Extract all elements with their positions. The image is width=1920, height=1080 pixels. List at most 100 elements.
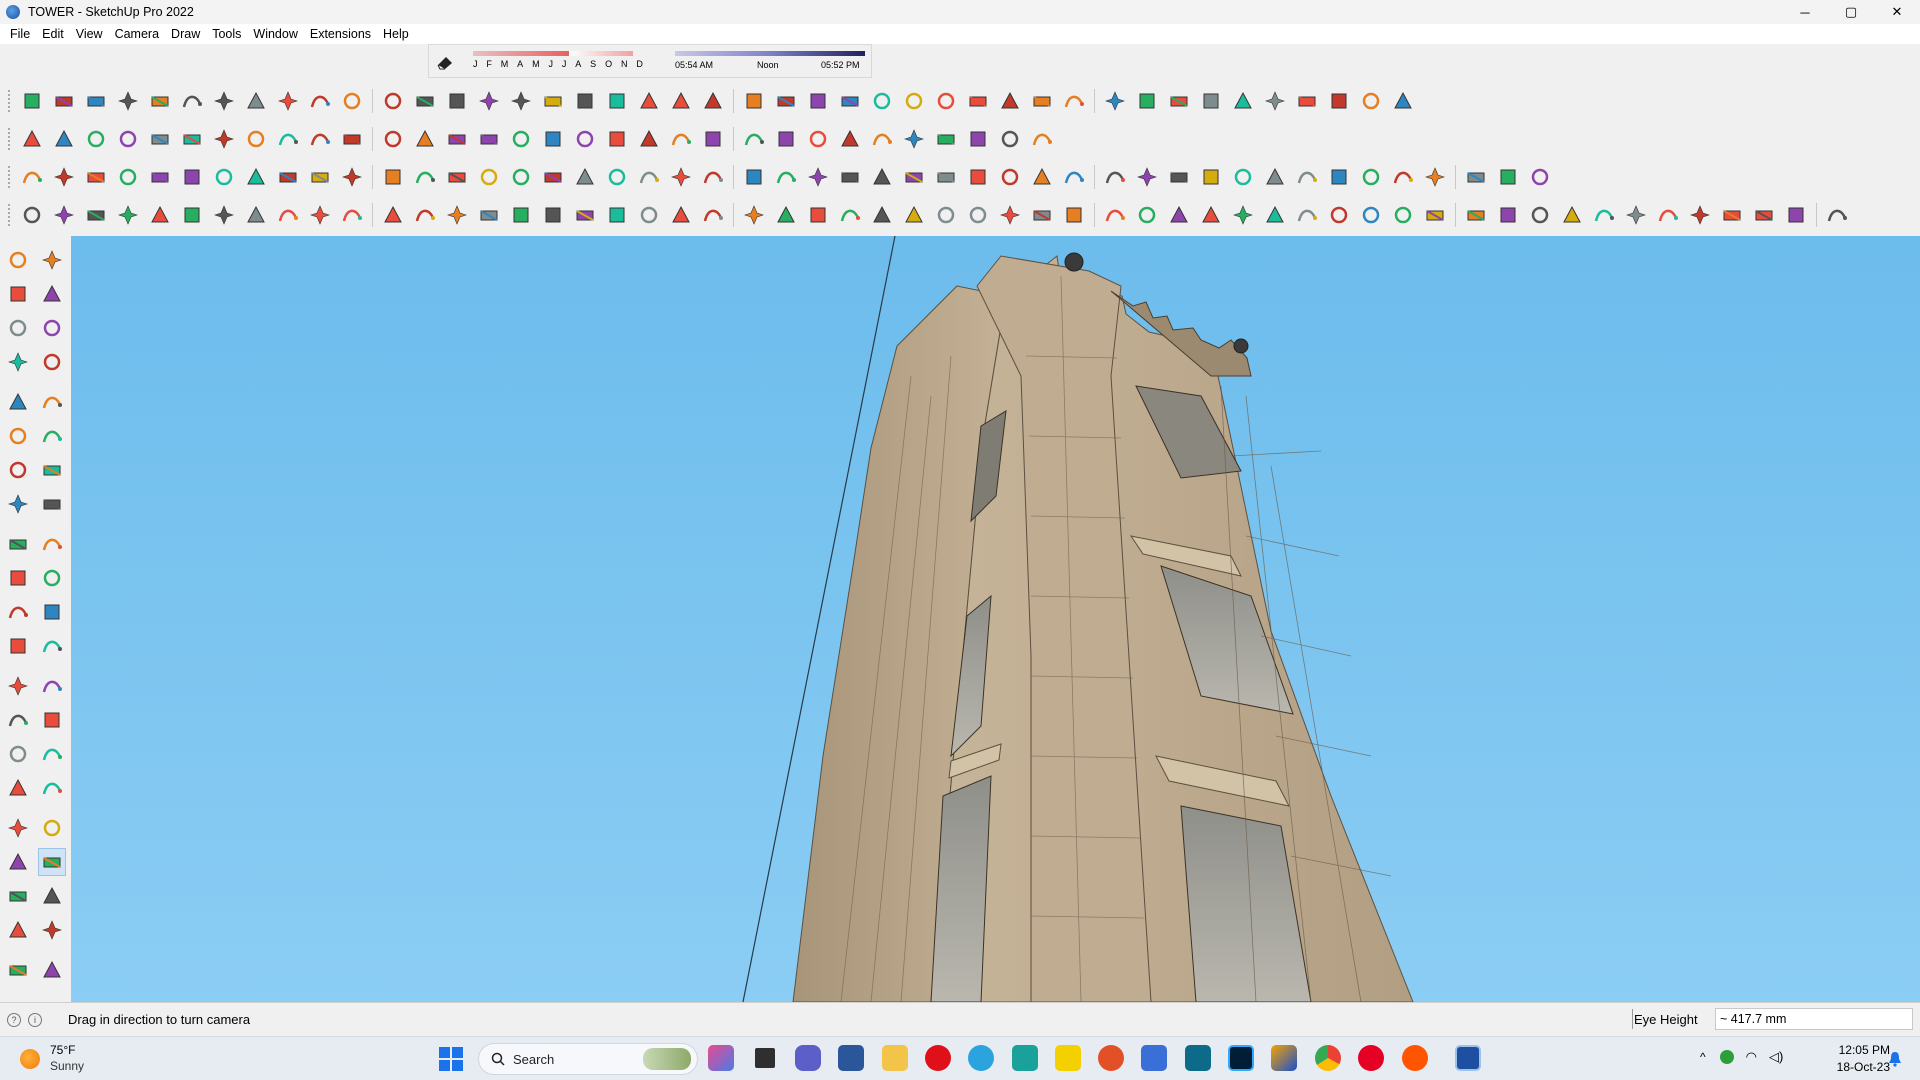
arrow-down-icon[interactable] <box>965 126 991 152</box>
iso-icon[interactable] <box>508 202 534 228</box>
plus-icon[interactable] <box>1029 202 1055 228</box>
ring-icon[interactable] <box>1262 202 1288 228</box>
network-app-icon[interactable] <box>1719 1050 1734 1064</box>
shell-icon[interactable] <box>1029 164 1055 190</box>
mesh-icon[interactable] <box>1061 88 1087 114</box>
weather-temperature[interactable]: 75°F <box>50 1043 75 1057</box>
paint-bucket-icon[interactable] <box>4 280 32 308</box>
shape-icon[interactable] <box>380 164 406 190</box>
copilot-icon[interactable] <box>708 1045 734 1071</box>
text-icon[interactable] <box>412 126 438 152</box>
push-pull-icon[interactable] <box>211 126 237 152</box>
bucket-icon[interactable] <box>1358 202 1384 228</box>
section-plane-icon[interactable] <box>38 882 66 910</box>
follow-me-icon[interactable] <box>243 126 269 152</box>
group-icon[interactable] <box>243 164 269 190</box>
corner-icon[interactable] <box>339 88 365 114</box>
menu-window[interactable]: Window <box>247 27 303 41</box>
wall-icon[interactable] <box>700 88 726 114</box>
fan-icon[interactable] <box>1166 88 1192 114</box>
column-icon[interactable] <box>933 88 959 114</box>
shape-icon[interactable] <box>1230 88 1256 114</box>
bezier-icon[interactable] <box>275 88 301 114</box>
menu-camera[interactable]: Camera <box>109 27 165 41</box>
ruler-icon[interactable] <box>339 164 365 190</box>
circle-icon[interactable] <box>572 164 598 190</box>
eraser-icon[interactable] <box>83 126 109 152</box>
pie-icon[interactable] <box>38 456 66 484</box>
toolbar-grip[interactable] <box>8 128 14 150</box>
previous-icon[interactable] <box>38 814 66 842</box>
zoom-window-icon[interactable] <box>540 126 566 152</box>
house-icon[interactable] <box>1262 88 1288 114</box>
frame-icon[interactable] <box>1198 164 1224 190</box>
parallelogram-icon[interactable] <box>508 164 534 190</box>
circle-icon[interactable] <box>412 164 438 190</box>
red-square-icon[interactable] <box>805 202 831 228</box>
shell-icon[interactable] <box>997 164 1023 190</box>
fence-icon[interactable] <box>805 88 831 114</box>
cube-icon[interactable] <box>1591 202 1617 228</box>
x-icon[interactable] <box>1102 202 1128 228</box>
time-slider[interactable] <box>675 51 865 56</box>
cube-icon[interactable] <box>83 164 109 190</box>
iso-icon[interactable] <box>380 202 406 228</box>
magnet-icon[interactable] <box>1390 202 1416 228</box>
hand-icon[interactable] <box>540 202 566 228</box>
cube-icon[interactable] <box>1495 202 1521 228</box>
square-icon[interactable] <box>211 164 237 190</box>
arrow-down-icon[interactable] <box>805 126 831 152</box>
taskbar-search[interactable]: Search <box>478 1043 698 1075</box>
loft-icon[interactable] <box>604 88 630 114</box>
scale-icon[interactable] <box>4 598 32 626</box>
house-icon[interactable] <box>1326 88 1352 114</box>
iso-icon[interactable] <box>444 202 470 228</box>
opera-icon[interactable] <box>925 1045 951 1071</box>
brush-icon[interactable] <box>1029 126 1055 152</box>
sketchup-taskbar-icon[interactable] <box>1455 1045 1481 1071</box>
circle-icon[interactable] <box>83 202 109 228</box>
polygon-icon[interactable] <box>38 422 66 450</box>
level-icon[interactable] <box>1166 164 1192 190</box>
plane-icon[interactable] <box>805 164 831 190</box>
move-icon[interactable] <box>4 530 32 558</box>
gear-icon[interactable] <box>147 88 173 114</box>
chrome-icon[interactable] <box>1315 1045 1341 1071</box>
angle-icon[interactable] <box>115 202 141 228</box>
roof-icon[interactable] <box>668 88 694 114</box>
shadow-toggle-icon[interactable] <box>435 53 455 71</box>
globe-icon[interactable] <box>933 164 959 190</box>
cut-icon[interactable] <box>1422 164 1448 190</box>
weather-sun-icon[interactable] <box>20 1049 40 1069</box>
move-icon[interactable] <box>275 126 301 152</box>
app-icon[interactable] <box>1012 1045 1038 1071</box>
pan-icon[interactable] <box>38 740 66 768</box>
layers-icon[interactable] <box>604 126 630 152</box>
tree-icon[interactable] <box>901 164 927 190</box>
credits-icon[interactable]: i <box>28 1012 42 1027</box>
wood-icon[interactable] <box>901 202 927 228</box>
protractor-icon[interactable] <box>4 672 32 700</box>
app-icon[interactable] <box>1098 1045 1124 1071</box>
rail-icon[interactable] <box>773 88 799 114</box>
offset-icon[interactable] <box>38 598 66 626</box>
freehand-icon[interactable] <box>38 348 66 376</box>
styles-icon[interactable] <box>668 126 694 152</box>
panel-icon[interactable] <box>1029 88 1055 114</box>
measurements-input[interactable]: ~ 417.7 mm <box>1715 1008 1913 1030</box>
bars-icon[interactable] <box>1134 88 1160 114</box>
cut-icon[interactable] <box>1463 164 1489 190</box>
umbrella-icon[interactable] <box>51 202 77 228</box>
face-icon[interactable] <box>700 202 726 228</box>
circle-icon[interactable] <box>4 422 32 450</box>
arrow-down-icon[interactable] <box>933 126 959 152</box>
house-icon[interactable] <box>1358 88 1384 114</box>
scissor-icon[interactable] <box>115 88 141 114</box>
app-icon[interactable] <box>1141 1045 1167 1071</box>
lattice-icon[interactable] <box>1198 88 1224 114</box>
two-point-arc-icon[interactable] <box>4 490 32 518</box>
styles-icon[interactable] <box>4 956 32 984</box>
trim-icon[interactable] <box>380 88 406 114</box>
ellipse-icon[interactable] <box>476 164 502 190</box>
lock-icon[interactable] <box>1294 164 1320 190</box>
